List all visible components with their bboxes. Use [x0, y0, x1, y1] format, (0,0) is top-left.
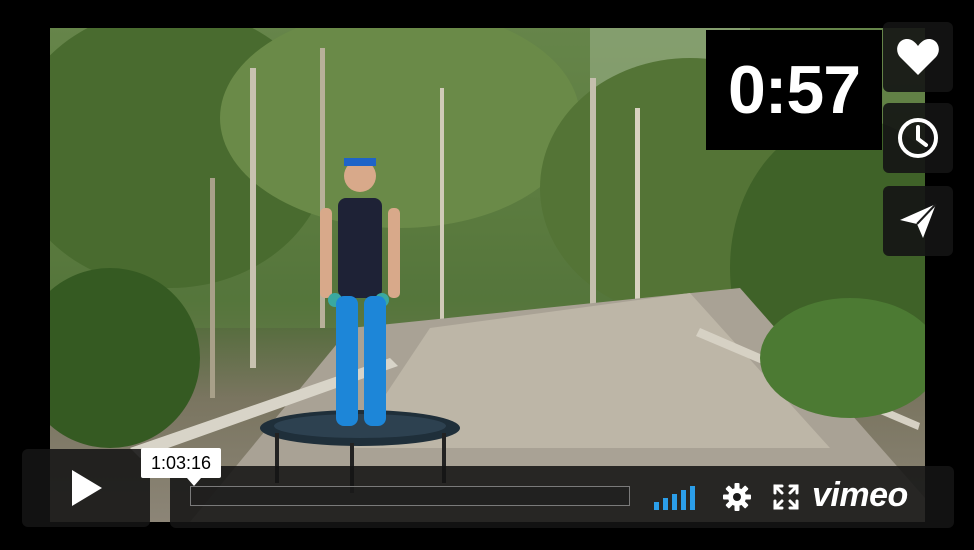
hover-timecode: 1:03:16	[141, 448, 222, 486]
share-button[interactable]	[883, 186, 953, 256]
clock-icon	[898, 118, 938, 158]
send-icon	[900, 203, 937, 238]
play-button[interactable]	[22, 449, 150, 527]
volume-control[interactable]	[654, 484, 702, 510]
volume-bar	[663, 498, 668, 510]
volume-bar	[681, 490, 686, 510]
countdown-timer: 0:57	[706, 30, 882, 150]
volume-bar	[654, 502, 659, 510]
progress-track[interactable]	[190, 486, 630, 506]
like-button[interactable]	[883, 22, 953, 92]
heart-icon	[897, 39, 939, 75]
gear-icon[interactable]	[722, 482, 752, 512]
vimeo-logo[interactable]: vimeo	[812, 476, 908, 515]
video-player[interactable]: 0:57 vimeo 1:03:16	[0, 0, 974, 550]
volume-bar	[672, 494, 677, 510]
volume-bar	[690, 486, 695, 510]
fullscreen-icon[interactable]	[772, 483, 800, 511]
watch-later-button[interactable]	[883, 103, 953, 173]
control-bar: vimeo	[170, 466, 954, 528]
play-icon	[72, 470, 102, 506]
